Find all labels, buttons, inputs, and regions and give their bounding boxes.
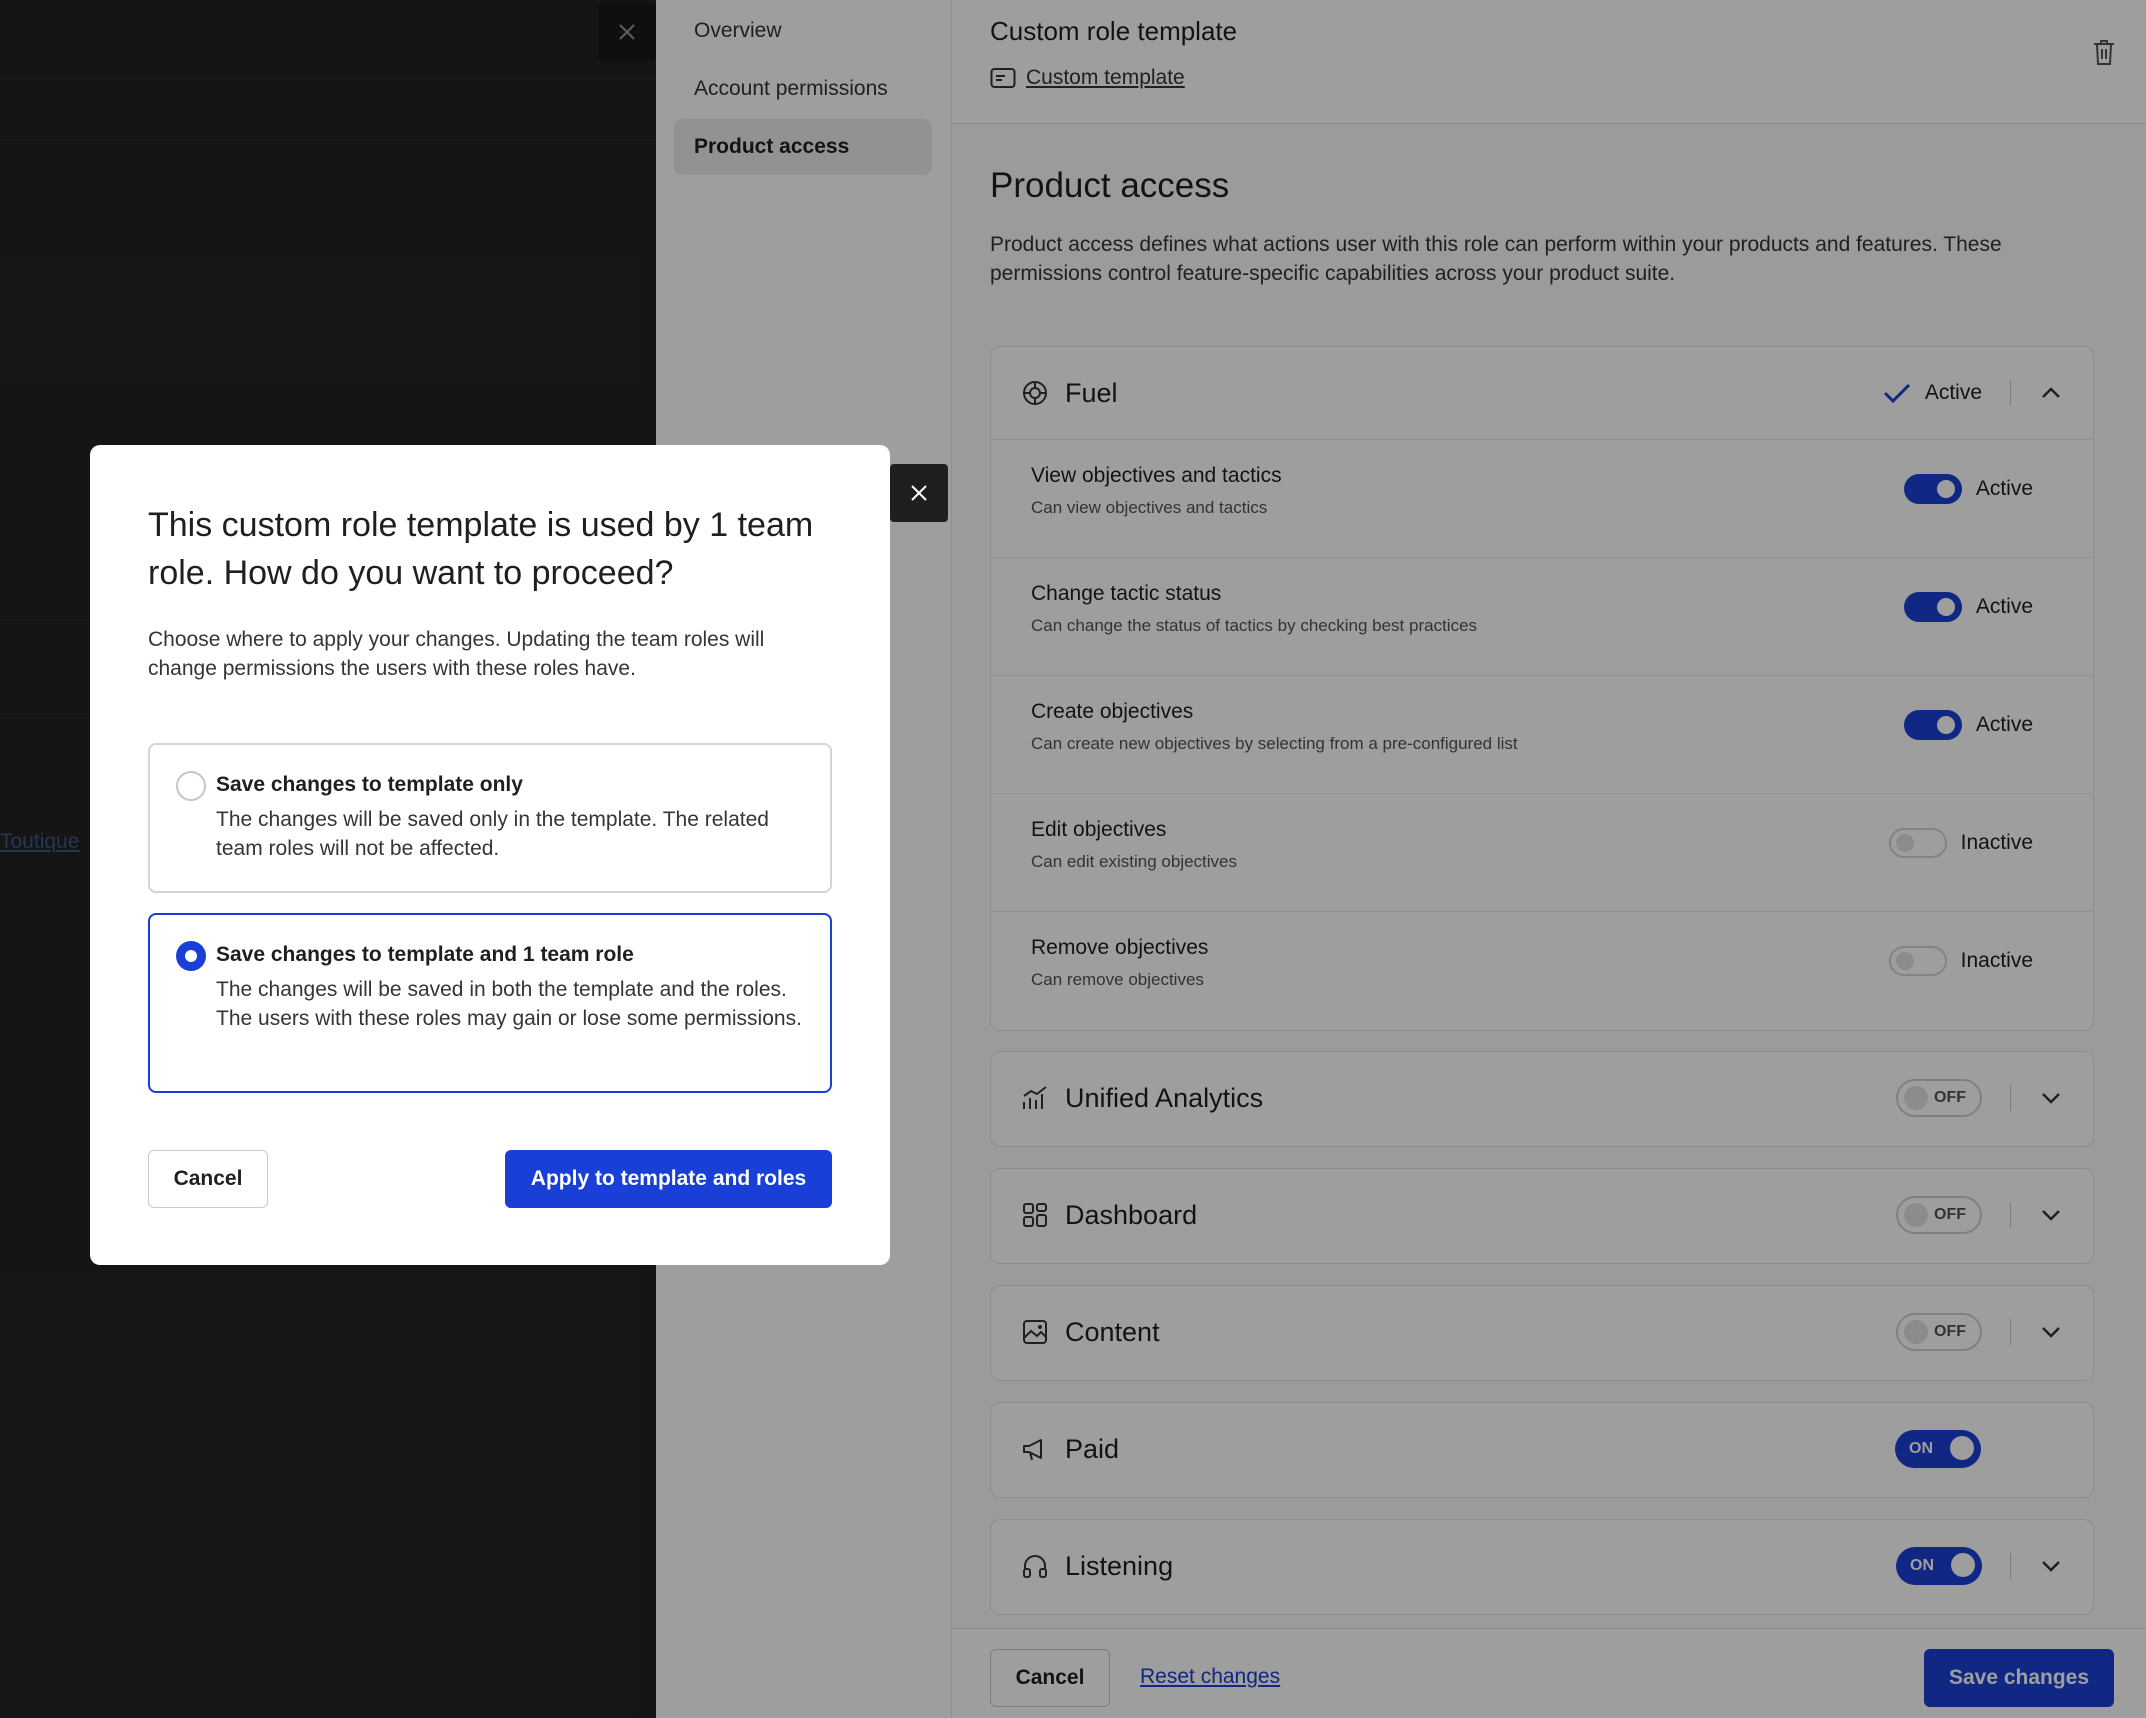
dialog-cancel-button[interactable]: Cancel: [148, 1150, 268, 1208]
radio-button-selected[interactable]: [176, 941, 206, 971]
close-icon: [911, 485, 927, 501]
radio-button[interactable]: [176, 771, 206, 801]
option-title: Save changes to template and 1 team role: [216, 943, 634, 966]
option-template-only[interactable]: Save changes to template only The change…: [148, 743, 832, 893]
apply-button[interactable]: Apply to template and roles: [505, 1150, 832, 1208]
option-template-and-roles[interactable]: Save changes to template and 1 team role…: [148, 913, 832, 1093]
dialog-title: This custom role template is used by 1 t…: [148, 506, 814, 592]
option-description: The changes will be saved only in the te…: [216, 808, 769, 860]
option-title: Save changes to template only: [216, 773, 523, 796]
confirm-dialog: This custom role template is used by 1 t…: [90, 445, 890, 1265]
dialog-close-button[interactable]: [890, 464, 948, 522]
option-description: The changes will be saved in both the te…: [216, 978, 802, 1030]
dialog-description: Choose where to apply your changes. Upda…: [148, 628, 765, 680]
